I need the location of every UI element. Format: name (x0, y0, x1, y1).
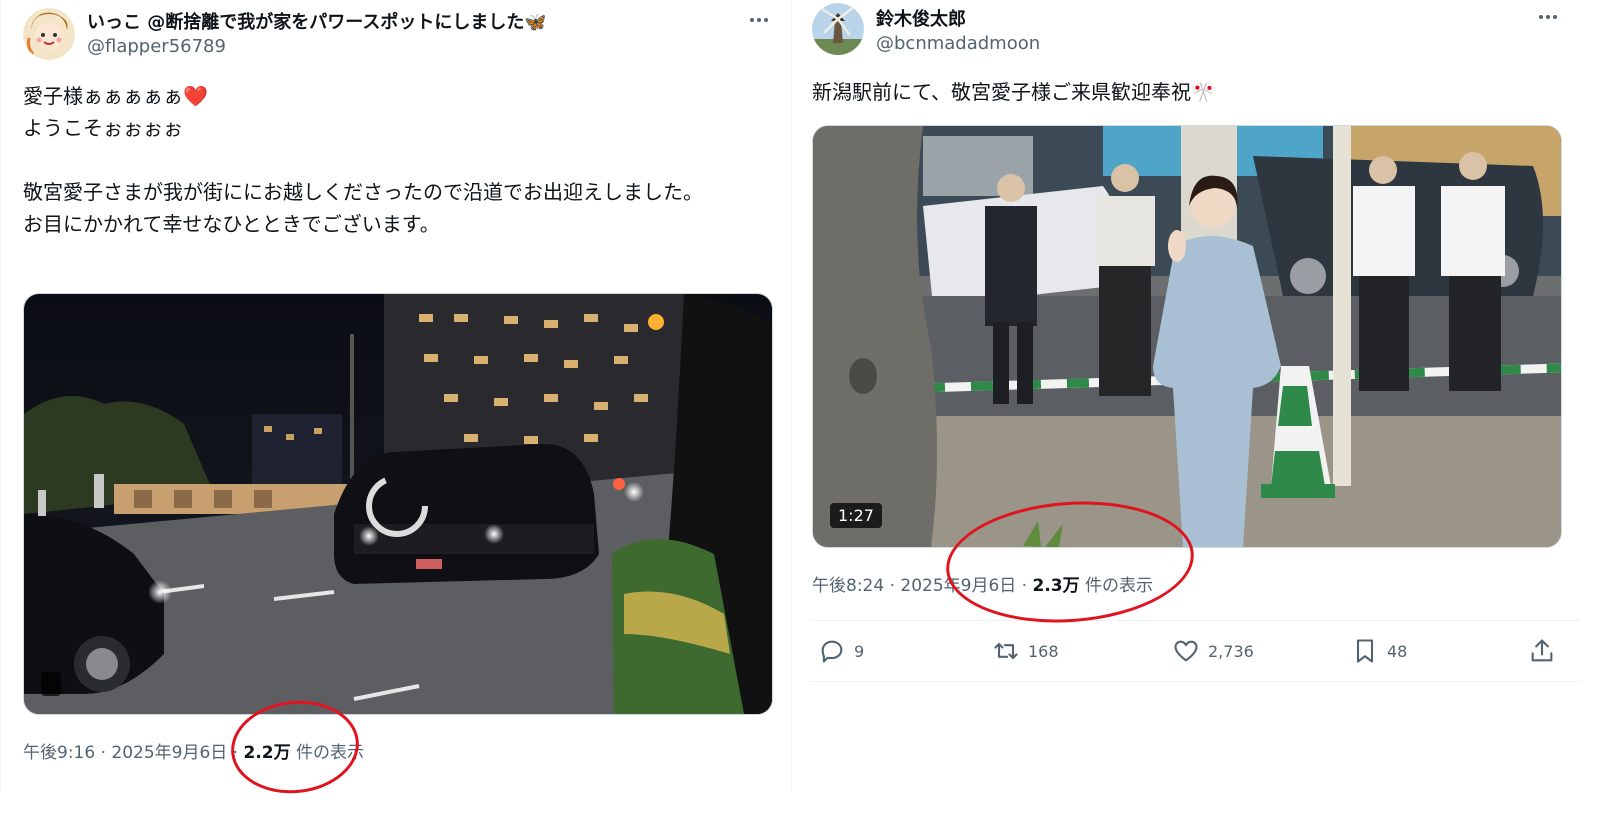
share-icon (1531, 639, 1553, 662)
display-name[interactable]: 鈴木俊太郎 (876, 5, 966, 31)
retweet-icon (994, 642, 1018, 660)
tweet-card-2[interactable]: 鈴木俊太郎 @bcnmadadmoon 新潟駅前にて、敬宮愛子様ご来県歓迎奉祝🎌 (792, 0, 1600, 832)
heart-icon (1174, 640, 1198, 662)
bookmark-icon (1356, 639, 1374, 663)
avatar[interactable] (23, 8, 75, 60)
retweet-count: 168 (1028, 641, 1059, 661)
tweet-text: 新潟駅前にて、敬宮愛子様ご来県歓迎奉祝🎌 (812, 80, 1216, 104)
view-count[interactable]: 2.2万 (244, 743, 291, 763)
user-handle[interactable]: @flapper56789 (87, 36, 226, 57)
like-button[interactable]: 2,736 (1172, 637, 1254, 665)
retweet-button[interactable]: 168 (992, 637, 1059, 665)
tweet-timestamp[interactable]: 午後9:16 · 2025年9月6日 · (23, 743, 244, 763)
views-label: 件の表示 (1079, 576, 1154, 596)
views-label: 件の表示 (290, 743, 365, 763)
tweet-actions-bar: 9 168 2,736 48 (810, 620, 1580, 682)
more-options-icon[interactable] (1536, 5, 1560, 29)
bookmark-count: 48 (1387, 641, 1408, 661)
reply-count: 9 (854, 641, 865, 661)
tweet-video[interactable] (812, 125, 1562, 548)
tweet-metadata: 午後9:16 · 2025年9月6日 · 2.2万 件の表示 (23, 738, 364, 763)
tweet-metadata: 午後8:24 · 2025年9月6日 · 2.3万 件の表示 (812, 571, 1153, 596)
tweet-timestamp[interactable]: 午後8:24 · 2025年9月6日 · (812, 576, 1033, 596)
avatar[interactable] (812, 3, 864, 55)
mute-icon[interactable] (41, 672, 61, 696)
reply-icon (821, 640, 843, 663)
bookmark-button[interactable]: 48 (1351, 637, 1407, 665)
share-button[interactable] (1528, 637, 1556, 665)
tweet-card-1[interactable]: いっこ @断捨離で我が家をパワースポットにしました🦋 @flapper56789… (0, 0, 792, 792)
tweet-text: 愛子様ぁぁぁぁぁ❤️ ようこそぉぉぉぉ 敬宮愛子さまが我が街ににお越しくださった… (23, 84, 703, 236)
display-name[interactable]: いっこ @断捨離で我が家をパワースポットにしました🦋 (87, 8, 547, 34)
user-handle[interactable]: @bcnmadadmoon (876, 33, 1040, 54)
video-duration: 1:27 (830, 503, 882, 528)
tweet-photo[interactable] (23, 293, 773, 715)
reply-button[interactable]: 9 (818, 637, 864, 665)
view-count[interactable]: 2.3万 (1033, 576, 1080, 596)
more-options-icon[interactable] (747, 8, 771, 32)
like-count: 2,736 (1208, 641, 1254, 661)
